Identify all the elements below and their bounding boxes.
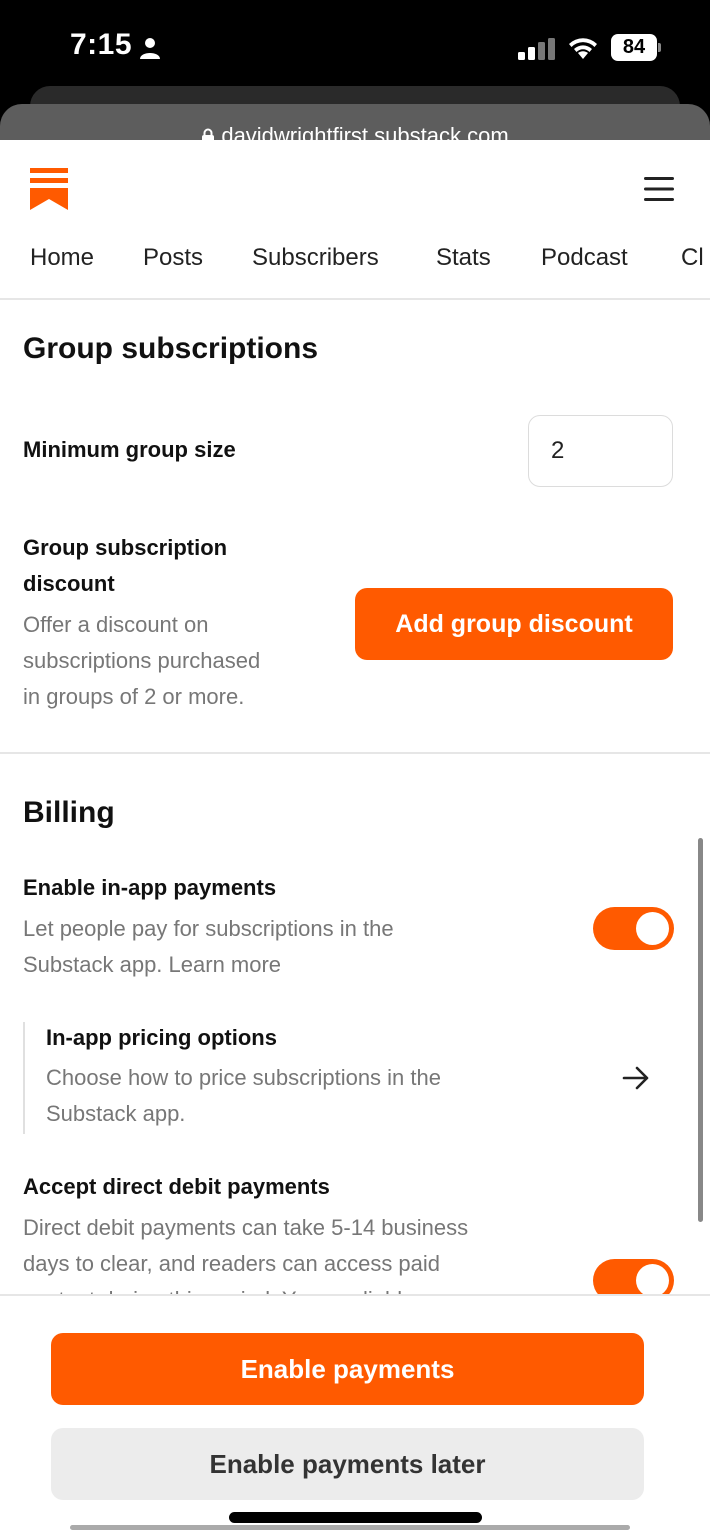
in-app-payments-toggle[interactable] <box>593 907 674 950</box>
enable-payments-button[interactable]: Enable payments <box>51 1333 644 1405</box>
nav-tab-clipped[interactable]: Cl <box>681 244 704 272</box>
nav-tab-home[interactable]: Home <box>30 244 94 272</box>
group-discount-label-line1: Group subscription <box>23 535 228 560</box>
enable-payments-later-button[interactable]: Enable payments later <box>51 1428 644 1500</box>
min-group-size-input[interactable] <box>528 415 673 487</box>
url-display[interactable]: davidwrightfirst.substack.com <box>0 118 710 140</box>
billing-title: Billing <box>23 796 115 829</box>
nav-tabs: Home Posts Subscribers Stats Podcast Cl <box>0 230 710 300</box>
toggle-knob <box>636 912 669 945</box>
status-time: 7:15 <box>70 28 133 61</box>
scrollbar[interactable] <box>698 838 703 1222</box>
signal-icon <box>518 38 555 60</box>
nav-tab-podcast[interactable]: Podcast <box>541 244 628 272</box>
status-bar: 7:15 84 davidwrightfirst.substack.com <box>0 0 710 140</box>
in-app-payments-desc-line1: Let people pay for subscriptions in the <box>23 916 394 941</box>
group-discount-desc-line2: subscriptions purchased <box>23 648 261 673</box>
toggle-knob <box>636 1264 669 1295</box>
person-icon <box>140 38 160 59</box>
direct-debit-label: Accept direct debit payments <box>23 1174 330 1199</box>
lock-icon <box>202 128 215 140</box>
substack-logo-icon[interactable] <box>30 168 68 210</box>
in-app-pricing-desc-line2: Substack app. <box>46 1101 186 1126</box>
settings-content: Group subscriptions Minimum group size G… <box>0 300 710 1295</box>
group-discount-label-line2: discount <box>23 571 115 596</box>
add-group-discount-button[interactable]: Add group discount <box>355 588 673 660</box>
url-text: davidwrightfirst.substack.com <box>221 123 509 140</box>
in-app-pricing-label: In-app pricing options <box>46 1025 277 1050</box>
battery-tip <box>658 43 661 52</box>
hamburger-menu-icon[interactable] <box>644 176 674 202</box>
in-app-pricing-desc-line1: Choose how to price subscriptions in the <box>46 1065 441 1090</box>
in-app-payments-desc-line2: Substack app. Learn more <box>23 952 282 977</box>
direct-debit-desc-line1: Direct debit payments can take 5-14 busi… <box>23 1215 469 1240</box>
in-app-payments-label: Enable in-app payments <box>23 875 277 900</box>
group-discount-desc-line1: Offer a discount on <box>23 612 209 637</box>
min-group-size-label: Minimum group size <box>23 437 236 462</box>
arrow-right-icon[interactable] <box>620 1064 652 1092</box>
nav-tab-posts[interactable]: Posts <box>143 244 203 272</box>
nav-tab-subscribers[interactable]: Subscribers <box>252 244 379 272</box>
browser-bottom-bar <box>70 1525 630 1530</box>
group-discount-desc-line3: in groups of 2 or more. <box>23 684 245 709</box>
group-subscriptions-title: Group subscriptions <box>23 332 319 365</box>
direct-debit-toggle[interactable] <box>593 1259 674 1295</box>
url-bar[interactable]: davidwrightfirst.substack.com <box>0 104 710 140</box>
footer-divider <box>0 1294 710 1296</box>
indent-rule <box>23 1022 25 1134</box>
home-indicator[interactable] <box>229 1512 482 1523</box>
direct-debit-desc-line2: days to clear, and readers can access pa… <box>23 1251 441 1276</box>
section-divider <box>0 752 710 754</box>
battery-indicator: 84 <box>611 34 661 61</box>
wifi-icon <box>569 38 597 59</box>
battery-level: 84 <box>611 34 657 61</box>
app-header <box>0 140 710 230</box>
nav-tab-stats[interactable]: Stats <box>436 244 491 272</box>
